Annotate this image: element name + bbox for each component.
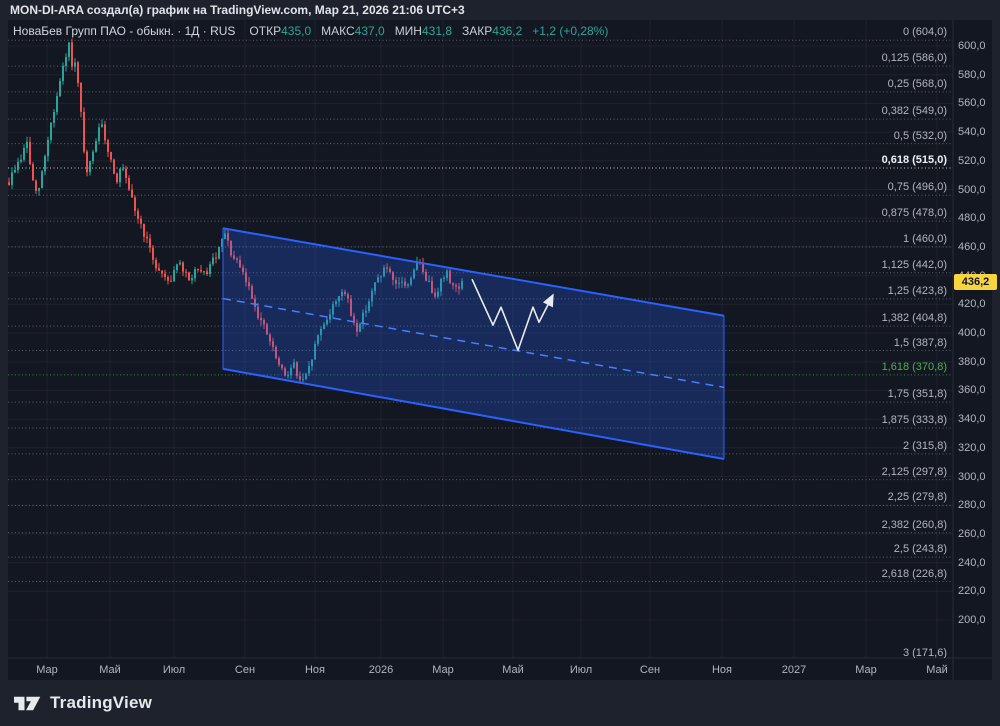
chart-pane[interactable]	[8, 20, 953, 661]
candle-body	[134, 197, 136, 211]
ohlc-field: ЗАКР436,2	[462, 24, 522, 38]
candle-body	[50, 122, 52, 140]
candle-body	[38, 188, 40, 191]
candle-body	[215, 257, 217, 259]
candle-body	[65, 57, 67, 66]
last-price-value: 436,2	[961, 276, 990, 288]
ohlc-field-label: ОТКР	[249, 24, 282, 38]
candle-body	[209, 264, 211, 275]
candlestick-chart[interactable]	[0, 0, 1000, 726]
candle-body	[14, 170, 16, 173]
candle-body	[23, 148, 25, 160]
candle-body	[185, 271, 187, 273]
candle-body	[113, 159, 115, 174]
candle-body	[101, 124, 103, 128]
ohlc-field-label: МИН	[394, 24, 422, 38]
candle-body	[44, 156, 46, 172]
candle-body	[80, 82, 82, 112]
candle-body	[152, 247, 154, 260]
symbol-header: НоваБев Групп ПАО - обыкн. · 1Д · RUS ОТ…	[13, 24, 608, 39]
candle-body	[62, 65, 64, 82]
candle-body	[170, 280, 172, 282]
candle-body	[104, 124, 106, 141]
candle-body	[35, 180, 37, 191]
ohlc-field-value: 435,0	[281, 24, 312, 38]
candle-body	[107, 140, 109, 152]
candle-body	[116, 173, 118, 183]
candle-body	[98, 127, 100, 142]
candle-body	[167, 277, 169, 281]
tradingview-logo-icon	[14, 696, 41, 710]
ohlc-field-value: 437,0	[354, 24, 385, 38]
candle-body	[47, 139, 49, 157]
candle-body	[59, 81, 61, 97]
candle-body	[56, 96, 58, 113]
candle-body	[83, 111, 85, 152]
ohlc-field-value: 431,8	[421, 24, 453, 38]
candle-body	[29, 141, 31, 165]
candle-body	[191, 278, 193, 281]
bottom-bar: TradingView	[0, 680, 1000, 726]
ohlc-field: МАКС437,0	[321, 24, 385, 38]
candle-body	[146, 236, 148, 239]
candle-body	[77, 62, 79, 83]
candle-body	[26, 141, 28, 149]
candle-body	[8, 182, 10, 185]
candle-body	[128, 177, 130, 190]
candle-body	[137, 210, 139, 219]
candle-body	[131, 189, 133, 198]
tradingview-logo[interactable]: TradingView	[14, 693, 152, 714]
candle-body	[122, 168, 124, 170]
candle-body	[203, 271, 205, 273]
candle-body	[74, 62, 76, 67]
candle-body	[149, 238, 151, 248]
candle-body	[92, 151, 94, 162]
candle-body	[194, 269, 196, 279]
candle-body	[140, 218, 142, 224]
candle-body	[212, 257, 214, 265]
ohlc-field-label: ЗАКР	[462, 24, 493, 38]
tradingview-published-chart: MON-DI-ARA создал(а) график на TradingVi…	[0, 0, 1000, 726]
candle-body	[11, 172, 13, 185]
candle-body	[218, 246, 220, 259]
tradingview-logo-text: TradingView	[50, 693, 153, 712]
candle-body	[119, 168, 121, 183]
symbol-title: НоваБев Групп ПАО - обыкн. · 1Д · RUS	[13, 24, 236, 38]
change-value: +1,2 (+0,28%)	[532, 24, 609, 38]
candle-body	[164, 273, 166, 278]
candle-body	[86, 151, 88, 173]
candle-body	[125, 168, 127, 178]
candle-body	[17, 161, 19, 171]
candle-body	[143, 223, 145, 237]
candle-body	[182, 262, 184, 272]
candle-body	[53, 112, 55, 123]
ohlc-field-value: 436,2	[492, 24, 523, 38]
candle-body	[188, 272, 190, 281]
candle-body	[41, 171, 43, 189]
candle-body	[200, 269, 202, 272]
candle-body	[206, 271, 208, 275]
candle-body	[32, 164, 34, 181]
ohlc-field: МИН431,8	[395, 24, 452, 38]
last-price-badge: 436,2	[954, 274, 997, 290]
ohlc-field-label: МАКС	[321, 24, 355, 38]
candle-body	[161, 270, 163, 274]
candle-body	[197, 269, 199, 271]
candle-body	[20, 159, 22, 162]
candle-body	[89, 161, 91, 173]
candle-body	[173, 270, 175, 282]
ohlc-fields: ОТКР435,0 МАКС437,0 МИН431,8 ЗАКР436,2	[249, 24, 532, 38]
candle-body	[71, 42, 73, 67]
candle-body	[155, 259, 157, 269]
candle-body	[179, 262, 181, 265]
candle-body	[158, 268, 160, 271]
ohlc-field: ОТКР435,0	[249, 24, 311, 38]
fib-channel-drawing[interactable]	[222, 227, 725, 460]
candle-body	[68, 42, 70, 58]
candle-body	[110, 151, 112, 160]
candle-body	[95, 141, 97, 152]
candle-body	[176, 264, 178, 271]
